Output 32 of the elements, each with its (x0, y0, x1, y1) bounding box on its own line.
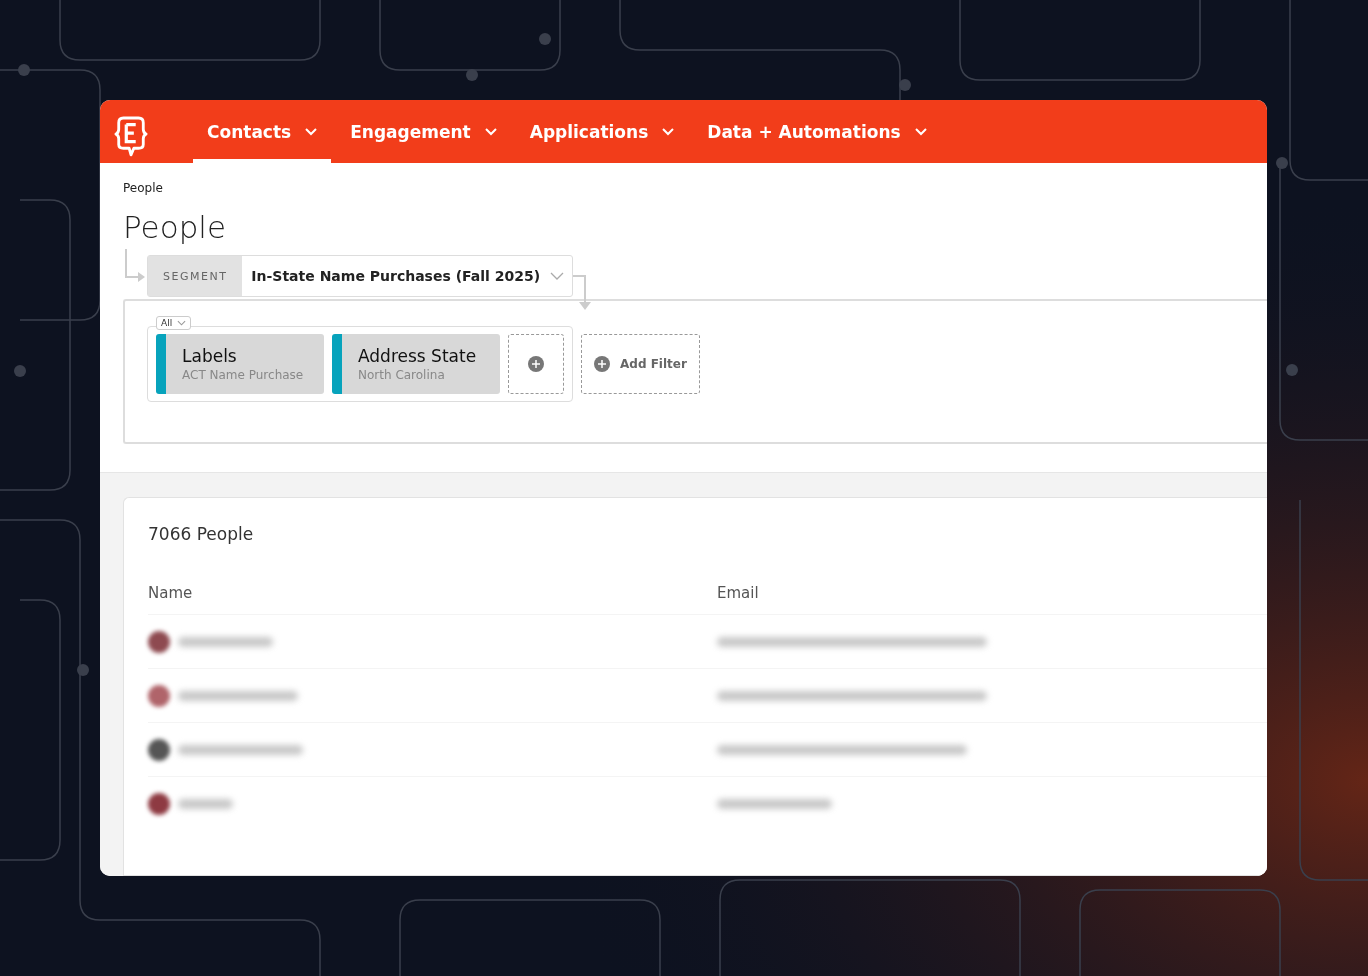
column-header: Name (148, 584, 194, 602)
filter-name: Address State (358, 346, 477, 366)
page-title: People (123, 209, 227, 245)
filter-value: ACT Name Purchase (182, 368, 304, 382)
add-condition-button[interactable] (508, 334, 564, 394)
segment-label: SEGMENT (148, 256, 243, 296)
chevron-down-icon (914, 127, 927, 136)
column-header: Email (717, 584, 760, 602)
breadcrumb[interactable]: People (123, 181, 1267, 195)
connector-arrow-icon (123, 249, 147, 285)
match-dropdown[interactable]: All (156, 316, 192, 330)
results-count: 7066 People (148, 524, 255, 544)
plus-icon (594, 356, 610, 372)
chevron-down-icon (305, 127, 318, 136)
filter-name: Labels (182, 346, 237, 366)
segment-name: In-State Name Purchases (Fall 2025) (250, 268, 542, 284)
add-filter-button[interactable]: Add Filter (581, 334, 700, 394)
nav-tab[interactable]: Engagement (336, 100, 511, 163)
filter-chip[interactable]: Labels ACT Name Purchase (156, 334, 324, 394)
nav-tab[interactable]: Applications (515, 100, 689, 163)
nav-tab[interactable]: Contacts (193, 100, 332, 163)
chevron-down-icon (550, 272, 565, 280)
filter-value: North Carolina (358, 368, 445, 382)
filter-chip[interactable]: Address State North Carolina (332, 334, 500, 394)
segment-selector[interactable]: SEGMENT In-State Name Purchases (Fall 2025) (147, 255, 574, 297)
nav-tab[interactable]: Data + Automations (693, 100, 941, 163)
plus-icon (528, 356, 544, 372)
chevron-down-icon (177, 320, 187, 326)
blurred-name (178, 798, 233, 809)
chevron-down-icon (662, 127, 675, 136)
chevron-down-icon (484, 127, 497, 136)
connector-arrow-icon (573, 273, 594, 311)
